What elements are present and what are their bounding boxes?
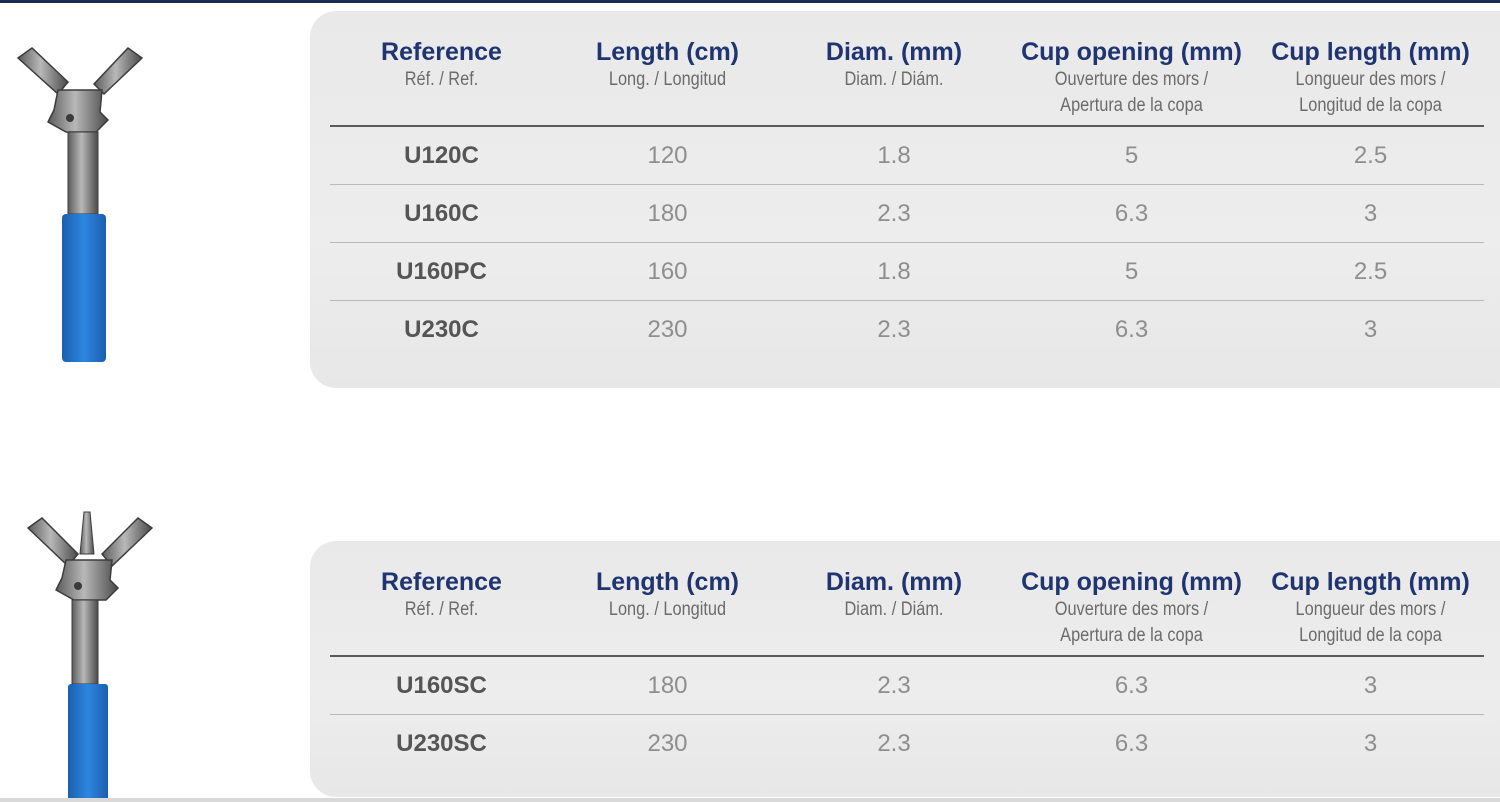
table-row: U120C 120 1.8 5 2.5 [330, 126, 1484, 185]
cell-cup-opening: 5 [1006, 242, 1257, 301]
cell-reference: U160SC [330, 656, 553, 715]
cell-diameter: 2.3 [877, 729, 911, 757]
table-row: U230C 230 2.3 6.3 3 [330, 301, 1484, 359]
cell-reference: U160PC [330, 242, 553, 301]
cell-cup-length: 3 [1363, 315, 1378, 343]
header-sub: Diam. / Diám. [844, 69, 944, 90]
header-main: Cup length (mm) [1271, 568, 1470, 596]
header-cup-length: Cup length (mm) Longueur des mors / Long… [1257, 11, 1484, 127]
header-sub: Apertura de la copa [1060, 95, 1203, 116]
cell-cup-length: 2.5 [1257, 242, 1484, 301]
header-reference: Reference Réf. / Ref. [330, 541, 553, 657]
header-cup-opening: Cup opening (mm) Ouverture des mors / Ap… [1006, 11, 1257, 127]
cell-cup-opening: 6.3 [1114, 315, 1149, 343]
table-row: U230SC 230 2.3 6.3 3 [330, 715, 1484, 773]
header-cup-opening: Cup opening (mm) Ouverture des mors / Ap… [1006, 541, 1257, 657]
header-length: Length (cm) Long. / Longitud [553, 541, 782, 657]
header-sub: Longitud de la copa [1299, 95, 1442, 116]
cell-diameter: 1.8 [782, 242, 1006, 301]
table-header-row: Reference Réf. / Ref. Length (cm) Long. … [330, 541, 1484, 657]
cell-cup-length: 2.5 [1257, 126, 1484, 185]
header-sub: Long. / Longitud [608, 69, 727, 90]
cell-diameter: 2.3 [877, 315, 911, 343]
bottom-rule [0, 798, 1500, 802]
header-sub: Ouverture des mors / [1054, 69, 1209, 90]
header-main: Reference [381, 38, 502, 66]
cell-cup-opening: 5 [1006, 126, 1257, 185]
header-sub: Réf. / Ref. [404, 599, 479, 620]
header-main: Cup opening (mm) [1021, 568, 1242, 596]
cell-cup-opening: 6.3 [1006, 656, 1257, 715]
table-row: U160C 180 2.3 6.3 3 [330, 184, 1484, 243]
cell-cup-opening: 6.3 [1114, 729, 1149, 757]
cell-diameter: 1.8 [782, 126, 1006, 185]
header-length: Length (cm) Long. / Longitud [553, 11, 782, 127]
forceps-image-oval-cup [10, 40, 150, 370]
cell-length: 180 [553, 656, 782, 715]
header-sub: Ouverture des mors / [1054, 599, 1209, 620]
cell-cup-length: 3 [1363, 729, 1378, 757]
header-main: Cup length (mm) [1271, 38, 1470, 66]
cell-cup-opening: 6.3 [1006, 184, 1257, 243]
header-sub: Longitud de la copa [1299, 625, 1442, 646]
spec-panel-1: Reference Réf. / Ref. Length (cm) Long. … [310, 11, 1500, 388]
header-diameter: Diam. (mm) Diam. / Diám. [782, 11, 1006, 127]
header-sub: Longueur des mors / [1295, 599, 1446, 620]
cell-reference: U160C [330, 184, 553, 243]
spec-table-2: Reference Réf. / Ref. Length (cm) Long. … [330, 541, 1484, 772]
header-cup-length: Cup length (mm) Longueur des mors / Long… [1257, 541, 1484, 657]
cell-cup-length: 3 [1257, 184, 1484, 243]
cell-cup-length: 3 [1257, 656, 1484, 715]
cell-diameter: 2.3 [782, 184, 1006, 243]
header-sub: Apertura de la copa [1060, 625, 1203, 646]
spec-panel-2: Reference Réf. / Ref. Length (cm) Long. … [310, 541, 1500, 797]
table-row: U160SC 180 2.3 6.3 3 [330, 656, 1484, 715]
table-row: U160PC 160 1.8 5 2.5 [330, 242, 1484, 301]
header-main: Length (cm) [595, 38, 740, 66]
cell-diameter: 2.3 [782, 656, 1006, 715]
header-sub: Réf. / Ref. [404, 69, 479, 90]
header-reference: Reference Réf. / Ref. [330, 11, 553, 127]
cell-length: 180 [553, 184, 782, 243]
cell-length: 230 [647, 729, 688, 757]
spec-table-1: Reference Réf. / Ref. Length (cm) Long. … [330, 11, 1484, 358]
header-sub: Longueur des mors / [1295, 69, 1446, 90]
cell-reference: U120C [330, 126, 553, 185]
cell-reference: U230SC [396, 729, 487, 757]
header-main: Reference [381, 568, 502, 596]
top-rule [0, 0, 1500, 3]
header-diameter: Diam. (mm) Diam. / Diám. [782, 541, 1006, 657]
cell-length: 160 [553, 242, 782, 301]
header-sub: Long. / Longitud [608, 599, 727, 620]
cell-reference: U230C [404, 315, 479, 343]
header-main: Cup opening (mm) [1021, 38, 1242, 66]
forceps-image-with-spike [22, 508, 162, 802]
cell-length: 120 [553, 126, 782, 185]
header-main: Diam. (mm) [825, 38, 963, 66]
table-header-row: Reference Réf. / Ref. Length (cm) Long. … [330, 11, 1484, 127]
header-sub: Diam. / Diám. [844, 599, 944, 620]
header-main: Length (cm) [595, 568, 740, 596]
header-main: Diam. (mm) [825, 568, 963, 596]
cell-length: 230 [647, 315, 688, 343]
